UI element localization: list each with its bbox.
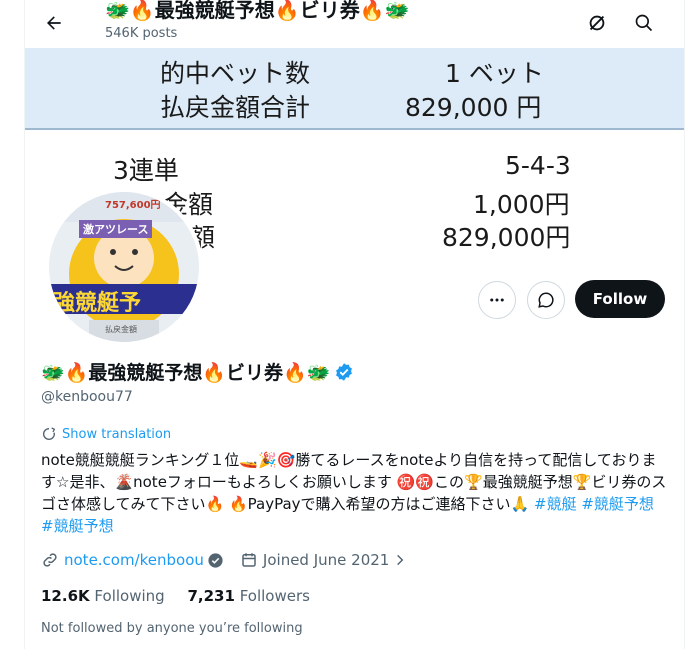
message-button[interactable] bbox=[527, 281, 565, 319]
post-count: 546K posts bbox=[105, 26, 178, 41]
translate-icon bbox=[43, 427, 56, 440]
avatar-badge: 激アツレース bbox=[79, 220, 153, 238]
follow-button[interactable]: Follow bbox=[575, 280, 665, 318]
banner-row5-value: 829,000円 bbox=[442, 223, 571, 252]
display-name: 🐲🔥最強競艇予想🔥ビリ券🔥🐲 bbox=[41, 358, 354, 385]
search-button[interactable] bbox=[627, 6, 661, 40]
more-icon bbox=[490, 298, 504, 302]
search-icon bbox=[635, 14, 653, 32]
followers-label: Followers bbox=[239, 587, 310, 605]
banner-row4-value: 1,000円 bbox=[473, 190, 570, 219]
avatar-big-text: 強競艇予 bbox=[53, 291, 142, 316]
banner-row1-value: 1 ベット bbox=[445, 59, 544, 88]
following-label: Following bbox=[94, 587, 165, 605]
banner-row2-value: 829,000 円 bbox=[405, 93, 542, 122]
banner-band bbox=[25, 48, 684, 130]
top-bar: 🐲🔥最強競艇予想🔥ビリ券🔥🐲 546K posts bbox=[25, 0, 684, 48]
chevron-right-icon[interactable] bbox=[393, 553, 407, 567]
display-name-text: 🐲🔥最強競艇予想🔥ビリ券🔥🐲 bbox=[41, 362, 331, 384]
avatar-image bbox=[49, 192, 199, 342]
website-link[interactable]: note.com/kenboou bbox=[64, 551, 204, 569]
joined-date: Joined June 2021 bbox=[262, 551, 390, 569]
grok-icon bbox=[589, 15, 605, 31]
profile-meta: note.com/kenboou Joined June 2021 bbox=[41, 551, 407, 569]
hashtag-link[interactable]: #競艇 bbox=[534, 495, 577, 513]
header-title: 🐲🔥最強競艇予想🔥ビリ券🔥🐲 bbox=[105, 0, 410, 22]
show-translation-link[interactable]: Show translation bbox=[41, 426, 171, 442]
link-icon bbox=[43, 553, 57, 567]
show-translation-label: Show translation bbox=[62, 426, 172, 442]
calendar-icon bbox=[242, 553, 256, 567]
follow-stats: 12.6K Following 7,231 Followers bbox=[41, 587, 310, 605]
banner-row3-value: 5-4-3 bbox=[505, 151, 571, 180]
verified-org-icon bbox=[208, 552, 223, 568]
back-button[interactable] bbox=[37, 6, 71, 40]
banner-row3-label: 3連単 bbox=[113, 156, 179, 185]
followers-count: 7,231 bbox=[187, 587, 235, 605]
profile-page: 🐲🔥最強競艇予想🔥ビリ券🔥🐲 546K posts 的中ベット数 1 ベット 払… bbox=[24, 0, 685, 649]
following-link[interactable]: 12.6K Following bbox=[41, 587, 165, 605]
banner-row1-label: 的中ベット数 bbox=[160, 59, 311, 88]
avatar-bottom-text: 払戻金額 bbox=[105, 325, 137, 334]
more-button[interactable] bbox=[478, 281, 516, 319]
grok-button[interactable] bbox=[580, 6, 614, 40]
handle: @kenboou77 bbox=[41, 389, 133, 405]
avatar[interactable]: 757,600円 激アツレース 強競艇予 払戻金額 bbox=[45, 188, 203, 346]
bio: note競艇競艇ランキング１位🚤🎉🎯勝てるレースをnoteより自信を持って配信し… bbox=[41, 449, 669, 537]
avatar-top-text: 757,600円 bbox=[105, 200, 161, 211]
arrow-left-icon bbox=[47, 16, 61, 30]
banner-row2-label: 払戻金額合計 bbox=[160, 93, 311, 122]
not-followed-note: Not followed by anyone you’re following bbox=[41, 621, 303, 636]
chat-bubble-icon bbox=[538, 292, 554, 308]
verified-badge-icon[interactable] bbox=[334, 362, 354, 382]
hashtag-link[interactable]: #競艇予想 bbox=[581, 495, 654, 513]
following-count: 12.6K bbox=[41, 587, 90, 605]
hashtag-link[interactable]: #競艇予想 bbox=[41, 517, 114, 535]
followers-link[interactable]: 7,231 Followers bbox=[187, 587, 310, 605]
